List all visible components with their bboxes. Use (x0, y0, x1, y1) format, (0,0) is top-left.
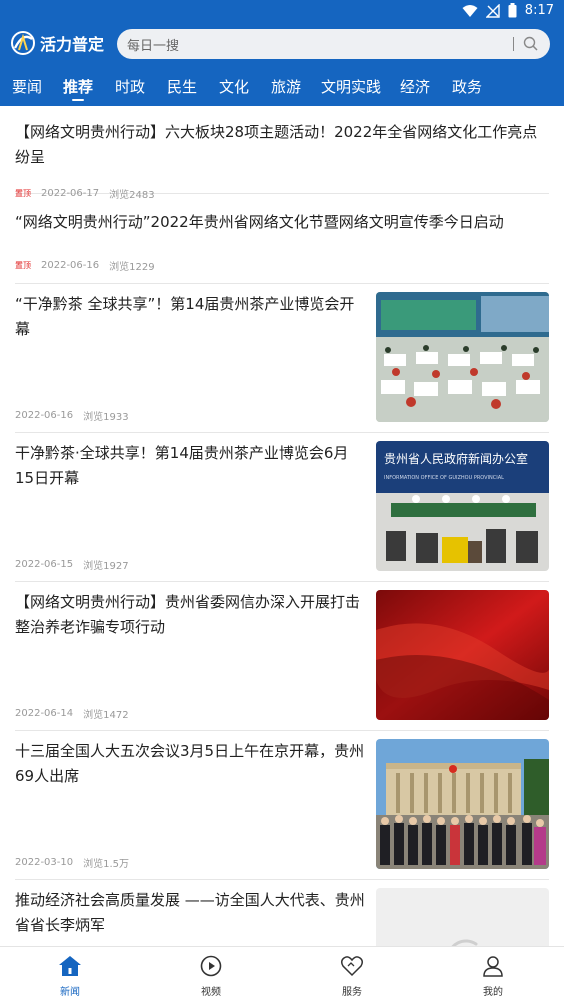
article-thumbnail[interactable]: 贵州省人民政府新闻办公室 INFORMATION OFFICE OF GUIZH… (376, 441, 549, 571)
article-date: 2022-06-14 (15, 708, 74, 719)
bottom-nav-news[interactable]: 新闻 (40, 955, 100, 998)
great-hall-group-photo (376, 739, 549, 869)
article-date: 2022-03-10 (15, 857, 74, 868)
list-item[interactable]: 【网络文明贵州行动】贵州省委网信办深入开展打击整治养老诈骗专项行动 2022-0… (15, 590, 549, 731)
search-box[interactable]: 每日一搜 (117, 29, 550, 59)
article-meta: 置顶 2022-06-17 浏览2483 (15, 186, 155, 201)
app-header: 活力普定 每日一搜 要闻 推荐 时政 民生 文化 旅游 文明实践 经济 政务 (0, 24, 564, 106)
search-divider (513, 37, 514, 51)
status-bar: 8:17 (0, 0, 564, 24)
list-item[interactable]: 推动经济社会高质量发展 ——访全国人大代表、贵州省省长李炳军 (15, 888, 549, 946)
bottom-nav-label: 我的 (483, 987, 503, 998)
article-thumbnail[interactable] (376, 739, 549, 869)
article-views: 浏览2483 (109, 190, 155, 201)
heart-icon (340, 956, 364, 977)
bottom-nav-video[interactable]: 视频 (181, 955, 241, 998)
article-title[interactable]: 十三届全国人大五次会议3月5日上午在京开幕，贵州69人出席 (15, 739, 367, 789)
article-views: 浏览1229 (109, 262, 155, 273)
article-thumbnail[interactable] (376, 590, 549, 720)
article-meta: 置顶 2022-06-16 浏览1229 (15, 258, 155, 273)
battery-icon (508, 3, 517, 18)
article-meta: 2022-03-10 浏览1.5万 (15, 855, 129, 870)
expo-hall-photo (376, 292, 549, 422)
bottom-nav-service[interactable]: 服务 (322, 955, 382, 998)
red-flag-photo (376, 590, 549, 720)
tab-yaowen[interactable]: 要闻 (12, 76, 42, 97)
no-signal-icon (485, 3, 500, 18)
list-item[interactable]: “网络文明贵州行动”2022年贵州省网络文化节暨网络文明宣传季今日启动 置顶 2… (15, 210, 549, 284)
tab-wenming-shijian[interactable]: 文明实践 (321, 76, 381, 97)
search-placeholder[interactable]: 每日一搜 (127, 35, 179, 54)
svg-text:贵州省人民政府新闻办公室: 贵州省人民政府新闻办公室 (384, 451, 528, 466)
news-feed[interactable]: 【网络文明贵州行动】六大板块28项主题活动！2022年全省网络文化工作亮点纷呈 … (0, 106, 564, 946)
bottom-nav-me[interactable]: 我的 (463, 955, 523, 998)
article-views: 浏览1927 (83, 561, 129, 572)
bottom-nav-label: 视频 (201, 987, 221, 998)
article-meta: 2022-06-14 浏览1472 (15, 706, 129, 721)
logo-mark-icon (11, 31, 35, 55)
tab-tuijian[interactable]: 推荐 (63, 76, 93, 97)
tab-wenhua[interactable]: 文化 (219, 76, 249, 97)
channel-tabs: 要闻 推荐 时政 民生 文化 旅游 文明实践 经济 政务 (0, 72, 564, 106)
article-thumbnail[interactable] (376, 888, 549, 946)
play-icon (200, 955, 222, 977)
tab-minsheng[interactable]: 民生 (167, 76, 197, 97)
article-meta: 2022-06-15 浏览1927 (15, 557, 129, 572)
loading-spinner-icon (451, 939, 478, 946)
active-tab-indicator (72, 99, 84, 101)
tab-shizheng[interactable]: 时政 (115, 76, 145, 97)
article-meta: 2022-06-16 浏览1933 (15, 408, 129, 423)
article-title[interactable]: 推动经济社会高质量发展 ——访全国人大代表、贵州省省长李炳军 (15, 888, 367, 938)
article-title[interactable]: “网络文明贵州行动”2022年贵州省网络文化节暨网络文明宣传季今日启动 (15, 210, 549, 235)
pinned-badge: 置顶 (15, 189, 31, 198)
bottom-nav: 新闻 视频 服务 我的 (0, 946, 564, 1002)
article-title[interactable]: 【网络文明贵州行动】贵州省委网信办深入开展打击整治养老诈骗专项行动 (15, 590, 367, 640)
pinned-badge: 置顶 (15, 261, 31, 270)
tab-zhengwu[interactable]: 政务 (452, 76, 482, 97)
tab-jingji[interactable]: 经济 (400, 76, 430, 97)
app-logo: 活力普定 (10, 30, 104, 56)
bottom-nav-label: 新闻 (60, 987, 80, 998)
status-time: 8:17 (524, 3, 554, 18)
article-title[interactable]: 干净黔茶·全球共享！第14届贵州茶产业博览会6月15日开幕 (15, 441, 367, 491)
list-item[interactable]: 干净黔茶·全球共享！第14届贵州茶产业博览会6月15日开幕 2022-06-15… (15, 441, 549, 582)
svg-text:INFORMATION OFFICE OF GUIZHOU: INFORMATION OFFICE OF GUIZHOU PROVINCIAL (384, 475, 504, 481)
article-date: 2022-06-17 (41, 188, 100, 199)
article-title[interactable]: “干净黔茶 全球共享”！第14届贵州茶产业博览会开幕 (15, 292, 367, 342)
article-views: 浏览1.5万 (83, 859, 130, 870)
bottom-nav-label: 服务 (342, 987, 362, 998)
home-icon (59, 956, 81, 976)
wifi-icon (462, 4, 478, 17)
article-title[interactable]: 【网络文明贵州行动】六大板块28项主题活动！2022年全省网络文化工作亮点纷呈 (15, 120, 549, 170)
article-views: 浏览1933 (83, 412, 129, 423)
list-item[interactable]: 十三届全国人大五次会议3月5日上午在京开幕，贵州69人出席 2022-03-10… (15, 739, 549, 880)
logo-text: 活力普定 (40, 35, 105, 54)
list-item[interactable]: 【网络文明贵州行动】六大板块28项主题活动！2022年全省网络文化工作亮点纷呈 … (15, 120, 549, 201)
article-thumbnail[interactable] (376, 292, 549, 422)
user-icon (483, 956, 503, 977)
list-item[interactable]: “干净黔茶 全球共享”！第14届贵州茶产业博览会开幕 2022-06-16 浏览… (15, 292, 549, 433)
search-icon[interactable] (523, 36, 538, 51)
article-date: 2022-06-15 (15, 559, 74, 570)
tab-lvyou[interactable]: 旅游 (271, 76, 301, 97)
article-views: 浏览1472 (83, 710, 129, 721)
article-date: 2022-06-16 (15, 410, 74, 421)
article-date: 2022-06-16 (41, 260, 100, 271)
press-conference-photo: 贵州省人民政府新闻办公室 INFORMATION OFFICE OF GUIZH… (376, 441, 549, 571)
status-icons: 8:17 (462, 3, 554, 18)
